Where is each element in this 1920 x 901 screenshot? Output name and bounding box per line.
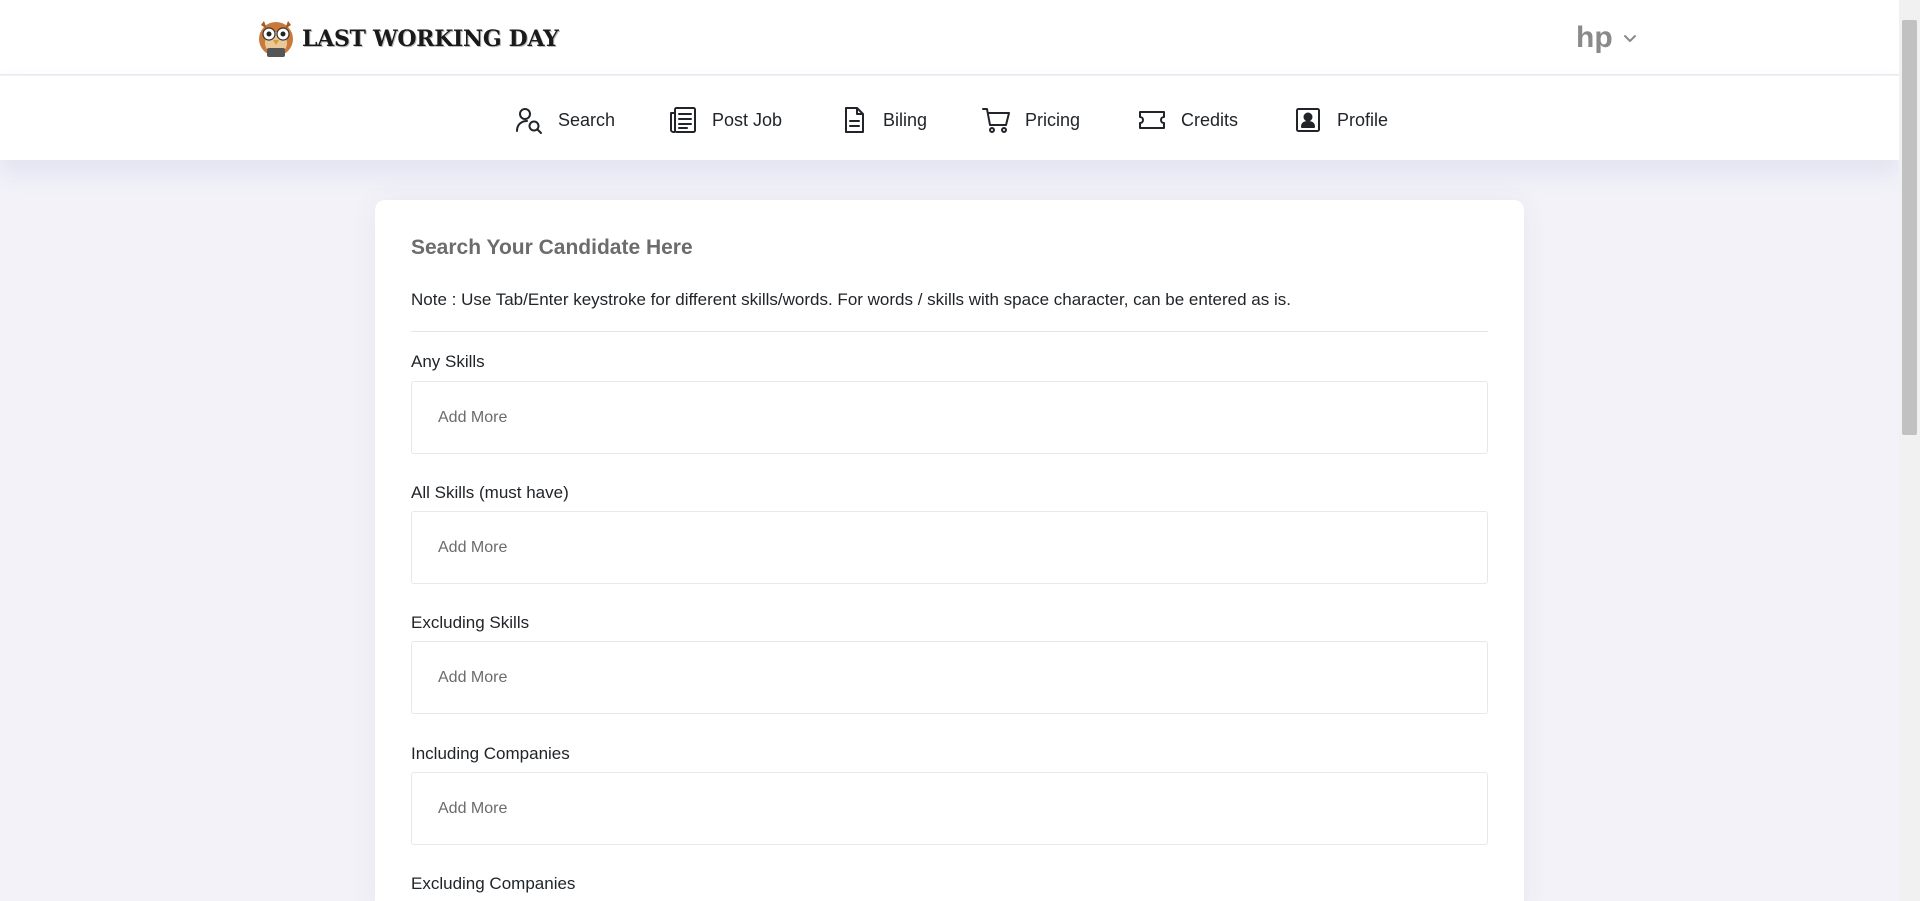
brand-name: LAST WORKING DAY (302, 26, 559, 52)
nav-label-post-job: Post Job (712, 109, 783, 130)
nav-item-pricing[interactable]: Pricing (981, 104, 1080, 136)
nav-label-search: Search (558, 109, 616, 130)
chevron-down-icon (1623, 35, 1636, 42)
nav-label-pricing: Pricing (1025, 109, 1081, 130)
cart-icon (982, 108, 1010, 133)
search-card: Search Your Candidate Here Note : Use Ta… (375, 200, 1524, 901)
page-scrollbar[interactable] (1899, 0, 1920, 901)
ticket-icon (1139, 111, 1165, 129)
any-skills-placeholder: Add More (438, 408, 508, 426)
nav-label-profile: Profile (1337, 109, 1389, 130)
nav-item-credits[interactable]: Credits (1137, 104, 1238, 136)
scrollbar-thumb[interactable] (1902, 20, 1917, 435)
newspaper-icon (670, 107, 696, 133)
brand[interactable]: LAST WORKING DAY (256, 17, 559, 61)
excluding-companies-label: Excluding Companies (411, 874, 576, 893)
excluding-skills-input[interactable]: Add More (411, 641, 1488, 714)
including-companies-placeholder: Add More (438, 799, 508, 817)
profile-card-icon (1296, 108, 1320, 132)
any-skills-input[interactable]: Add More (411, 381, 1488, 454)
excluding-skills-label: Excluding Skills (411, 613, 530, 632)
card-title: Search Your Candidate Here (411, 236, 693, 259)
main-nav: Search Post Job Biling Pricing Credits P… (0, 76, 1899, 160)
user-search-icon (516, 108, 542, 134)
nav-item-biling[interactable]: Biling (839, 104, 927, 136)
divider (411, 331, 1488, 332)
user-name: hp (1576, 21, 1613, 54)
page: LAST WORKING DAY hp Search Post Job Bili… (0, 0, 1920, 901)
including-companies-label: Including Companies (411, 744, 570, 763)
nav-item-profile[interactable]: Profile (1293, 104, 1388, 136)
search-note: Note : Use Tab/Enter keystroke for diffe… (411, 290, 1291, 309)
nav-label-biling: Biling (883, 109, 928, 130)
owl-logo-icon (259, 21, 293, 57)
all-skills-input[interactable]: Add More (411, 511, 1488, 584)
nav-item-post-job[interactable]: Post Job (668, 104, 782, 136)
user-menu[interactable]: hp (1576, 18, 1637, 58)
including-companies-input[interactable]: Add More (411, 772, 1488, 845)
all-skills-placeholder: Add More (438, 538, 508, 556)
top-header: LAST WORKING DAY hp (0, 0, 1899, 75)
nav-label-credits: Credits (1181, 109, 1239, 130)
nav-item-search[interactable]: Search (514, 104, 615, 136)
excluding-skills-placeholder: Add More (438, 668, 508, 686)
all-skills-label: All Skills (must have) (411, 483, 569, 502)
any-skills-label: Any Skills (411, 352, 485, 371)
document-icon (845, 107, 864, 133)
